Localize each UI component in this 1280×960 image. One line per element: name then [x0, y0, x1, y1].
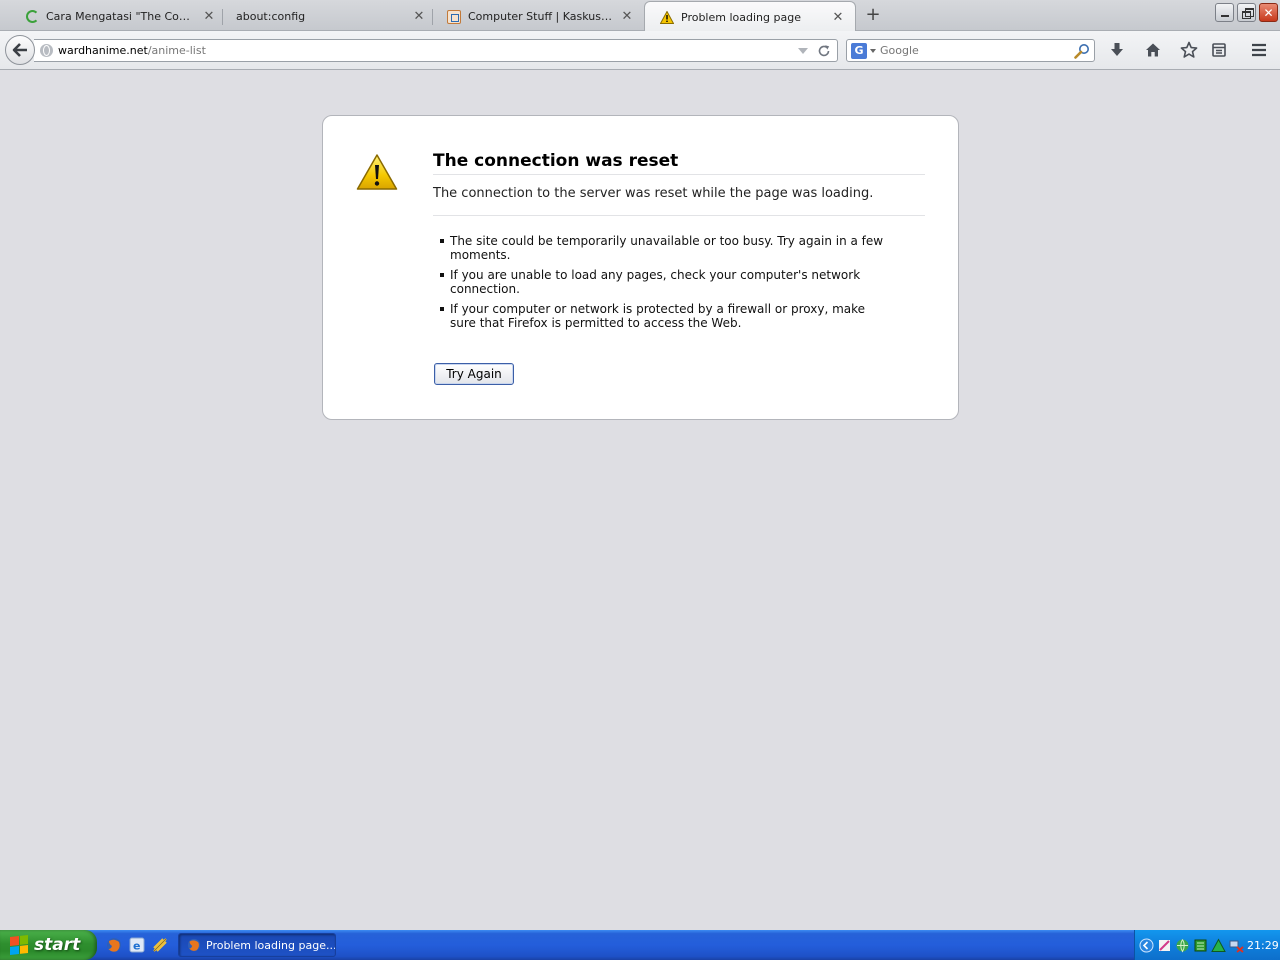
bookmark-star-button[interactable]	[1177, 39, 1201, 61]
google-search-engine-icon[interactable]: G	[851, 42, 867, 59]
error-description: The connection to the server was reset w…	[433, 186, 925, 216]
warning-icon	[356, 154, 398, 190]
nav-bar: wardhanime.net/anime-list G	[0, 31, 1280, 70]
history-dropdown-icon[interactable]	[798, 47, 808, 54]
bookmarks-menu-button[interactable]	[1207, 39, 1231, 61]
download-arrow-icon	[1111, 43, 1123, 56]
svg-text:e: e	[133, 940, 140, 953]
close-tab-icon[interactable]: ✕	[412, 9, 426, 24]
tab-problem-loading[interactable]: Problem loading page ✕	[644, 1, 856, 32]
tab-cara-mengatasi[interactable]: Cara Mengatasi "The Connect... ✕	[10, 2, 226, 31]
back-arrow-icon	[12, 43, 27, 57]
system-tray: 21:29	[1134, 930, 1280, 960]
tab-label: Computer Stuff | Kaskus - Th...	[468, 10, 614, 23]
tray-network-disconnected-icon[interactable]	[1229, 938, 1244, 953]
try-again-button[interactable]: Try Again	[434, 363, 514, 385]
minimize-icon	[1220, 14, 1229, 17]
list-item: If your computer or network is protected…	[440, 302, 890, 330]
tab-label: Cara Mengatasi "The Connect...	[46, 10, 196, 23]
list-item: If you are unable to load any pages, che…	[440, 268, 890, 296]
tab-label: about:config	[236, 10, 306, 23]
star-icon	[1180, 41, 1198, 58]
close-window-button[interactable]: ✕	[1259, 3, 1278, 22]
minimize-button[interactable]	[1215, 3, 1234, 22]
tray-network-globe-icon[interactable]	[1175, 938, 1190, 953]
restore-button[interactable]	[1237, 3, 1256, 22]
downloads-button[interactable]	[1105, 39, 1129, 61]
taskbar-window-firefox[interactable]: Problem loading page...	[178, 933, 336, 957]
engine-dropdown-icon[interactable]	[870, 48, 876, 53]
app-quicklaunch-icon[interactable]	[152, 937, 168, 953]
list-item: The site could be temporarily unavailabl…	[440, 234, 890, 262]
url-bar[interactable]: wardhanime.net/anime-list	[34, 39, 838, 62]
page-content: The connection was reset The connection …	[0, 71, 1280, 930]
magnifier-icon[interactable]	[1074, 43, 1090, 59]
taskbar-window-label: Problem loading page...	[206, 938, 336, 952]
globe-icon	[40, 44, 53, 57]
clock: 21:29	[1247, 938, 1279, 952]
home-icon	[1146, 43, 1160, 57]
search-bar[interactable]: G	[846, 39, 1095, 62]
new-tab-button[interactable]: +	[863, 6, 883, 26]
tray-triangle-icon[interactable]	[1211, 937, 1226, 953]
close-tab-icon[interactable]: ✕	[831, 10, 845, 25]
start-label: start	[34, 935, 81, 955]
menu-button[interactable]	[1247, 39, 1271, 61]
firefox-icon	[187, 938, 201, 952]
tray-green-app-icon[interactable]	[1193, 938, 1208, 953]
kaskus-favicon-icon	[446, 9, 462, 25]
url-path: /anime-list	[147, 44, 206, 57]
firefox-quicklaunch-icon[interactable]	[106, 937, 122, 953]
start-button[interactable]: start	[0, 930, 97, 960]
window-controls: ✕	[1212, 3, 1278, 22]
close-icon: ✕	[1263, 5, 1274, 20]
windows-flag-icon	[10, 935, 28, 955]
tab-label: Problem loading page	[681, 10, 801, 24]
back-button[interactable]	[5, 35, 35, 65]
close-tab-icon[interactable]: ✕	[202, 9, 216, 24]
error-title: The connection was reset	[433, 151, 925, 175]
restore-icon	[1242, 7, 1254, 19]
taskbar: start e Problem loading page... 21:29	[0, 930, 1280, 960]
close-tab-icon[interactable]: ✕	[620, 9, 634, 24]
bookmarks-list-icon	[1212, 43, 1226, 57]
tray-app-icon[interactable]	[1157, 938, 1172, 953]
error-suggestions-list: The site could be temporarily unavailabl…	[440, 234, 890, 336]
tab-strip: Cara Mengatasi "The Connect... ✕ about:c…	[0, 0, 1280, 32]
tab-about-config[interactable]: about:config ✕	[222, 2, 436, 31]
tab-kaskus[interactable]: Computer Stuff | Kaskus - Th... ✕	[432, 2, 644, 31]
url-host: wardhanime.net	[58, 44, 148, 57]
reload-icon[interactable]	[816, 43, 832, 59]
hamburger-menu-icon	[1252, 43, 1266, 57]
search-input[interactable]	[880, 44, 1070, 57]
tray-expand-icon[interactable]	[1139, 938, 1154, 953]
warning-icon	[659, 9, 675, 25]
ie-quicklaunch-icon[interactable]: e	[129, 937, 145, 953]
home-button[interactable]	[1141, 39, 1165, 61]
loading-spinner-icon	[24, 9, 40, 25]
error-page-container: The connection was reset The connection …	[322, 115, 959, 420]
